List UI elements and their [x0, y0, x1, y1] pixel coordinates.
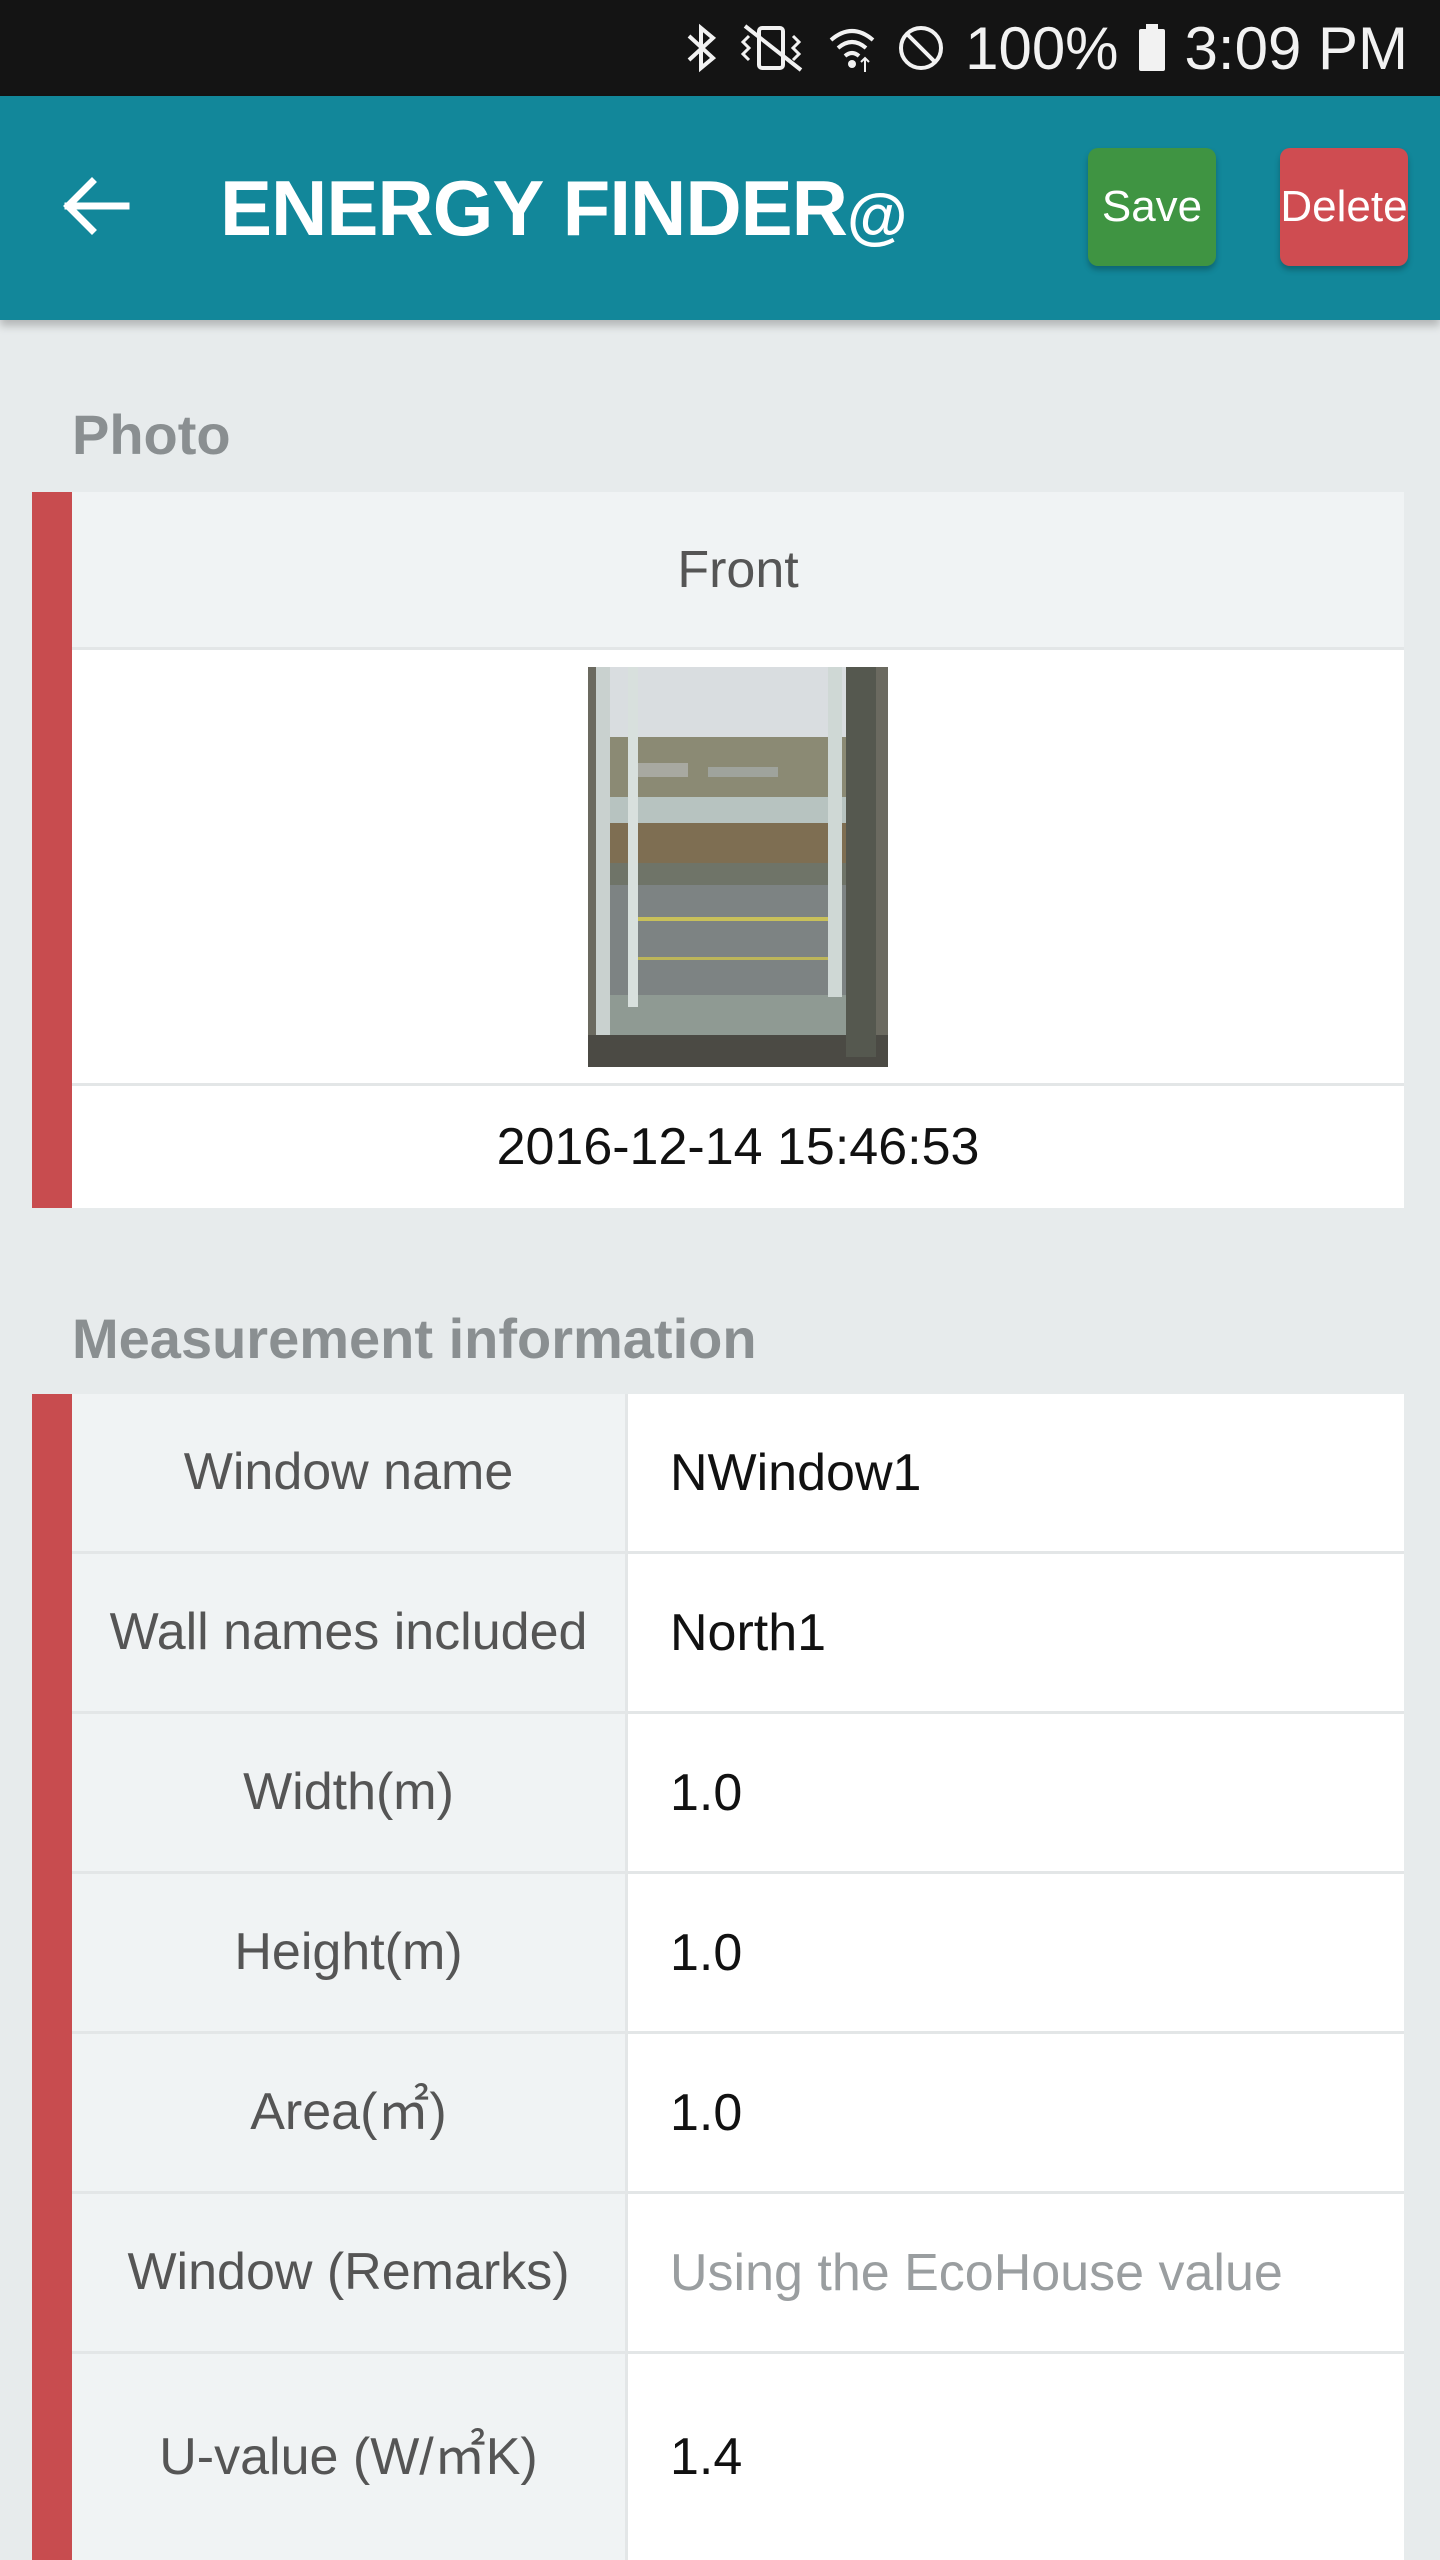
app-bar: ENERGY FINDER @ Save Delete: [0, 96, 1440, 320]
photo-card: Front 2016-12-14 15:46:53: [32, 492, 1404, 1208]
window-name-field[interactable]: NWindow1: [628, 1394, 1404, 1551]
window-name-label: Window name: [72, 1394, 628, 1551]
card-accent: [32, 492, 72, 1208]
photo-date: 2016-12-14 15:46:53: [496, 1118, 980, 1176]
window-remarks-label: Window (Remarks): [72, 2194, 628, 2351]
app-title: ENERGY FINDER @: [220, 156, 907, 260]
u-value-field[interactable]: 1.4: [628, 2354, 1404, 2560]
photo-header: Front: [72, 492, 1404, 650]
photo-area: [72, 650, 1404, 1086]
status-bar: 100% 3:09 PM: [0, 0, 1440, 96]
do-not-disturb-icon: [895, 22, 947, 74]
delete-button[interactable]: Delete: [1280, 148, 1408, 266]
back-arrow-icon: [60, 174, 130, 243]
clock: 3:09 PM: [1184, 14, 1408, 82]
card-accent: [32, 1394, 72, 2560]
measurement-section-title: Measurement information: [72, 1307, 757, 1370]
save-button[interactable]: Save: [1088, 148, 1216, 266]
table-row: Height(m) 1.0: [72, 1874, 1404, 2034]
table-row: Window (Remarks) Using the EcoHouse valu…: [72, 2194, 1404, 2354]
width-label: Width(m): [72, 1714, 628, 1871]
wifi-icon: [827, 22, 877, 74]
table-row: Width(m) 1.0: [72, 1714, 1404, 1874]
vibrate-icon: [737, 22, 809, 74]
window-remarks-field[interactable]: Using the EcoHouse value: [628, 2194, 1404, 2351]
area-field[interactable]: 1.0: [628, 2034, 1404, 2191]
table-row: Area(㎡) 1.0: [72, 2034, 1404, 2194]
u-value-label: U-value (W/㎡K): [72, 2354, 628, 2560]
measurement-card: Window name NWindow1 Wall names included…: [32, 1394, 1404, 2560]
table-row: Wall names included North1: [72, 1554, 1404, 1714]
bluetooth-icon: [685, 22, 719, 74]
area-label: Area(㎡): [72, 2034, 628, 2191]
battery-icon: [1137, 22, 1167, 74]
photo-section-title: Photo: [72, 403, 231, 466]
width-field[interactable]: 1.0: [628, 1714, 1404, 1871]
battery-percent: 100%: [965, 14, 1119, 82]
wall-names-field[interactable]: North1: [628, 1554, 1404, 1711]
app-title-suffix: @: [847, 181, 907, 251]
height-field[interactable]: 1.0: [628, 1874, 1404, 2031]
table-row: U-value (W/㎡K) 1.4: [72, 2354, 1404, 2560]
app-title-text: ENERGY FINDER: [220, 163, 848, 252]
height-label: Height(m): [72, 1874, 628, 2031]
wall-names-label: Wall names included: [72, 1554, 628, 1711]
window-photo-thumbnail[interactable]: [588, 666, 888, 1067]
table-row: Window name NWindow1: [72, 1394, 1404, 1554]
back-button[interactable]: [50, 166, 140, 250]
